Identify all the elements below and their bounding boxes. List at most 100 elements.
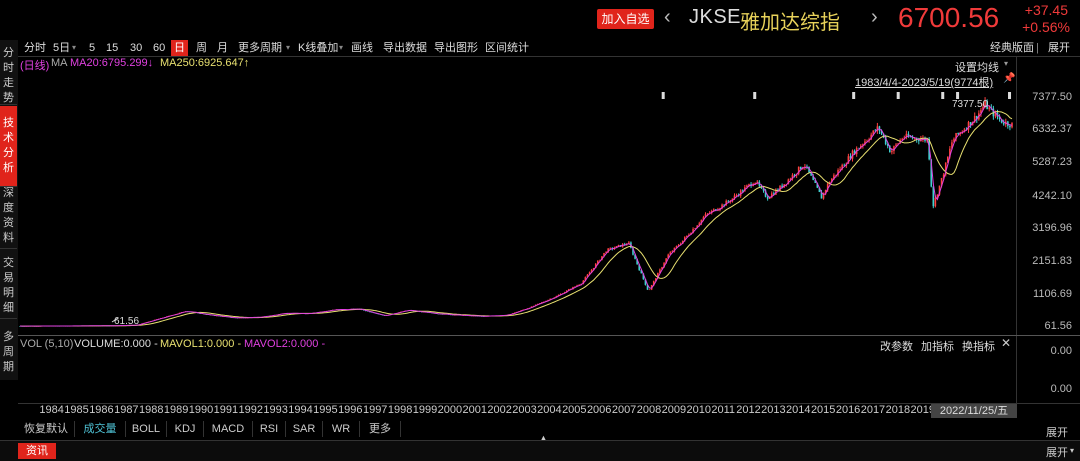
sidebar-item-label: 交易明细: [3, 257, 14, 314]
x-tick-label: 2013: [761, 404, 786, 416]
footer-expand-button[interactable]: 展开: [1046, 444, 1068, 460]
mavol1-value: MAVOL1:0.000 -: [160, 338, 242, 350]
tab-volume[interactable]: 成交量: [75, 421, 126, 437]
close-icon[interactable]: ✕: [1001, 336, 1011, 350]
x-tick-label: 2007: [611, 404, 637, 416]
candle-body: [609, 248, 612, 249]
tab-more[interactable]: 更多: [360, 421, 401, 437]
expand-button[interactable]: 展开: [1048, 40, 1070, 56]
chart-period-label: (日线): [20, 60, 50, 72]
sidebar-item-label: 技术分析: [3, 117, 14, 174]
ma-settings-button[interactable]: 设置均线: [955, 59, 999, 75]
tab-5day[interactable]: 5日: [53, 40, 70, 56]
y-tick-label: 2151.83: [1032, 255, 1072, 267]
tab-sar[interactable]: SAR: [286, 421, 323, 437]
next-stock-icon[interactable]: ›: [871, 6, 878, 29]
sidebar-item-multi-period[interactable]: 多周期: [0, 320, 17, 382]
quote-header: 加入自选 ‹ JKSE 雅加达综指 › 6700.56 +37.45 +0.56…: [0, 0, 1080, 38]
news-tab[interactable]: 资讯: [18, 443, 56, 459]
ma20-line: [19, 105, 1013, 327]
sidebar-item-trades[interactable]: 交易明细: [0, 250, 17, 319]
candle-body: [957, 133, 959, 135]
chevron-down-icon[interactable]: ▾: [286, 40, 290, 56]
y-tick-label: 4242.10: [1032, 190, 1072, 202]
ma250-value: MA250:6925.647↑: [160, 57, 250, 69]
pin-icon[interactable]: 📌: [1003, 73, 1015, 84]
tab-weekly[interactable]: 周: [196, 40, 207, 56]
sidebar-item-profile[interactable]: 深度资料: [0, 180, 17, 249]
event-flag-icon[interactable]: [956, 92, 960, 99]
y-tick-label: 6332.37: [1032, 123, 1072, 135]
kline-overlay-menu[interactable]: K线叠加: [298, 40, 338, 56]
price-chart[interactable]: [18, 86, 1016, 334]
x-tick-label: 1985: [64, 404, 89, 416]
price-change: +37.45: [1024, 2, 1068, 18]
tab-macd[interactable]: MACD: [204, 421, 253, 437]
x-tick-label: 2012: [736, 404, 761, 416]
export-data-button[interactable]: 导出数据: [383, 40, 427, 56]
x-tick-label: 1987: [114, 404, 139, 416]
chevron-down-icon[interactable]: ▾: [1070, 446, 1074, 455]
pipe-divider: |: [1036, 42, 1039, 54]
reset-default-button[interactable]: 恢复默认: [18, 421, 75, 437]
period-toolbar: 分时 5日 ▾ 5 15 30 60 日 周 月 更多周期 ▾ K线叠加 ▾ 画…: [18, 40, 1080, 56]
more-periods-menu[interactable]: 更多周期: [238, 40, 282, 56]
x-tick-label: 2009: [661, 404, 687, 416]
prev-stock-icon[interactable]: ‹: [664, 6, 671, 29]
event-flag-icon[interactable]: [941, 92, 945, 99]
sidebar-item-intraday[interactable]: 分时走势: [0, 44, 17, 105]
tab-wr[interactable]: WR: [323, 421, 360, 437]
x-tick-label: 1995: [313, 404, 338, 416]
candle-body: [766, 196, 769, 199]
tab-boll[interactable]: BOLL: [126, 421, 167, 437]
ma-label: MA: [51, 57, 68, 69]
x-tick-label: 1992: [238, 404, 263, 416]
price-change-percent: +0.56%: [1022, 19, 1070, 35]
event-flag-icon[interactable]: [896, 92, 900, 99]
export-chart-button[interactable]: 导出图形: [434, 40, 478, 56]
sidebar-item-label: 分时走势: [3, 47, 14, 104]
x-tick-label: 2001: [462, 404, 487, 416]
range-stats-button[interactable]: 区间统计: [485, 40, 529, 56]
draw-line-button[interactable]: 画线: [351, 40, 373, 56]
expand-panel-button[interactable]: 展开: [1046, 424, 1068, 440]
max-price-marker: 7377.50: [952, 99, 989, 110]
mavol2-value: MAVOL2:0.000 -: [244, 338, 326, 350]
add-to-watchlist-button[interactable]: 加入自选: [597, 9, 654, 29]
event-flag-icon[interactable]: [1008, 92, 1012, 99]
edit-params-button[interactable]: 改参数: [880, 338, 913, 354]
sidebar-item-technical[interactable]: 技术分析: [0, 106, 17, 187]
volume-indicator-label: VOL (5,10): [20, 338, 74, 350]
chevron-down-icon[interactable]: ▾: [1004, 59, 1008, 68]
ma20-value: MA20:6795.299↓: [70, 57, 154, 69]
current-price: 6700.56: [898, 2, 1000, 33]
tab-30min[interactable]: 30: [130, 40, 142, 56]
tab-kdj[interactable]: KDJ: [167, 421, 204, 437]
tab-15min[interactable]: 15: [106, 40, 118, 56]
candle-body: [1009, 125, 1011, 128]
event-flag-icon[interactable]: [852, 92, 856, 99]
stock-code: JKSE: [689, 6, 742, 28]
chevron-down-icon[interactable]: ▾: [339, 40, 343, 56]
switch-indicator-button[interactable]: 换指标: [962, 338, 995, 354]
candle-body: [891, 151, 893, 153]
chevron-down-icon[interactable]: ▾: [72, 40, 76, 56]
tab-60min[interactable]: 60: [153, 40, 165, 56]
classic-layout-button[interactable]: 经典版面: [990, 40, 1034, 56]
tab-5min[interactable]: 5: [89, 40, 95, 56]
candle-body: [648, 289, 651, 291]
add-indicator-button[interactable]: 加指标: [921, 338, 954, 354]
tab-daily[interactable]: 日: [171, 40, 188, 56]
x-tick-label: 2017: [860, 404, 886, 416]
tab-rsi[interactable]: RSI: [253, 421, 286, 437]
event-flag-icon[interactable]: [661, 92, 665, 99]
volume-axis-label: 0.00: [1050, 383, 1072, 395]
sidebar-item-label: 多周期: [3, 331, 14, 373]
tab-intraday[interactable]: 分时: [24, 40, 46, 56]
x-tick-label: 2008: [636, 404, 662, 416]
event-flag-icon[interactable]: [753, 92, 757, 99]
candle-body: [909, 136, 912, 138]
candle-body: [934, 197, 937, 207]
x-tick-label: 2004: [537, 404, 562, 416]
tab-monthly[interactable]: 月: [217, 40, 228, 56]
